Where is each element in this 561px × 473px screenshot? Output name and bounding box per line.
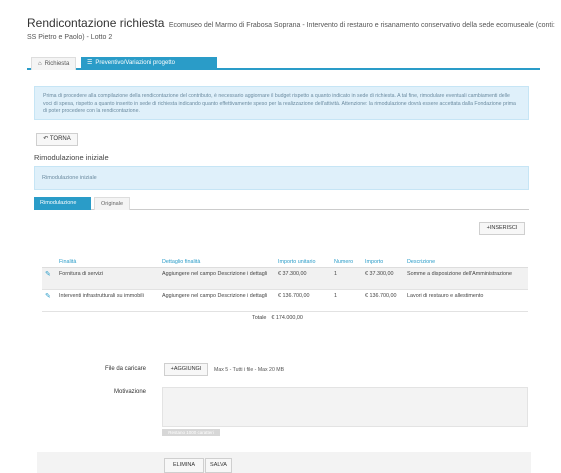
sub-tabs: Rimodulazione Originale [34,197,529,210]
table-header-importo-unitario: Importo unitario [275,245,331,268]
cell-importo-unitario: € 37.300,00 [275,267,331,290]
cell-descrizione: Somme a disposizione dell'Amministrazion… [404,267,528,290]
back-arrow-icon: ↶ [43,136,49,142]
table-header-numero: Numero [331,245,362,268]
motivation-label: Motivazione [114,389,147,395]
cell-descrizione: Lavori di restauro e allestimento [404,289,528,312]
back-button[interactable]: ↶ TORNA [36,133,78,146]
character-counter: Restano 1000 caratteri [162,429,220,436]
add-file-button-label: AGGIUNGI [173,366,202,372]
page-title: Rendicontazione richiesta Ecomuseo del M… [27,14,555,34]
file-upload-hint: Max 5 - Tutti i file - Max 20 MB [214,367,285,373]
edit-icon[interactable]: ✎ [45,271,51,278]
delete-button[interactable]: ELIMINA [164,458,204,473]
save-button[interactable]: SALVA [205,458,232,473]
total-value: € 174.000,00 [271,314,303,321]
edit-row-2[interactable]: ✎ [42,289,56,312]
budget-table: Finalità Dettaglio finalità Importo unit… [42,245,528,325]
tab-richiesta[interactable]: ⌂ Richiesta [31,57,77,70]
tab-rimodulazione[interactable]: Rimodulazione [34,197,91,210]
cell-importo: € 37.300,00 [362,267,404,290]
page-title-subtitle-line2: SS Pietro e Paolo) - Lotto 2 [27,34,113,41]
page-title-main: Rendicontazione richiesta [27,16,165,30]
back-button-label: TORNA [49,136,71,142]
cell-importo-unitario: € 136.700,00 [275,289,331,312]
table-row: ✎ Fornitura di servizi Aggiungere nel ca… [42,267,528,290]
main-tabs: ⌂ Richiesta ☰ Preventivo/Variazioni proget… [27,57,540,70]
info-message: Prima di procedere alla compilazione del… [34,86,529,120]
cell-numero: 1 [331,267,362,290]
rimodulazione-panel: Rimodulazione iniziale [34,166,529,190]
list-icon: ☰ [87,60,93,66]
tab-preventivo-label: Preventivo/Variazioni progetto [95,60,175,66]
page-title-subtitle: Ecomuseo del Marmo di Frabosa Soprana - … [168,22,555,29]
table-header-edit [42,245,56,268]
insert-button-label: INSERISCI [489,225,518,231]
home-icon: ⌂ [38,61,42,67]
edit-icon[interactable]: ✎ [45,293,51,300]
cell-dettaglio: Aggiungere nel campo Descrizione i detta… [159,289,275,312]
cell-dettaglio: Aggiungere nel campo Descrizione i detta… [159,267,275,290]
form-footer [37,452,531,473]
table-header-importo: Importo [362,245,404,268]
file-upload-label: File da caricare [105,366,147,372]
add-file-button[interactable]: +AGGIUNGI [164,363,208,376]
cell-numero: 1 [331,289,362,312]
tab-originale[interactable]: Originale [94,197,131,210]
cell-importo: € 136.700,00 [362,289,404,312]
table-row: ✎ Interventi infrastrutturali su immobil… [42,289,528,312]
tab-preventivo[interactable]: ☰ Preventivo/Variazioni progetto [81,57,217,70]
edit-row-1[interactable]: ✎ [42,267,56,290]
table-header-descrizione: Descrizione [404,245,528,268]
motivation-textarea[interactable] [162,387,528,427]
table-header-finalita: Finalità [56,245,159,268]
total-label: Totale [252,314,267,321]
total-cell: Totale € 174.000,00 [252,311,331,325]
table-header-dettaglio: Dettaglio finalità [159,245,275,268]
total-row: Totale € 174.000,00 [42,311,528,325]
cell-finalita: Fornitura di servizi [56,267,159,290]
tab-richiesta-label: Richiesta [44,61,70,67]
cell-finalita: Interventi infrastrutturali su immobili [56,289,159,312]
insert-button[interactable]: +INSERISCI [479,222,525,235]
section-title: Rimodulazione iniziale [34,153,109,162]
